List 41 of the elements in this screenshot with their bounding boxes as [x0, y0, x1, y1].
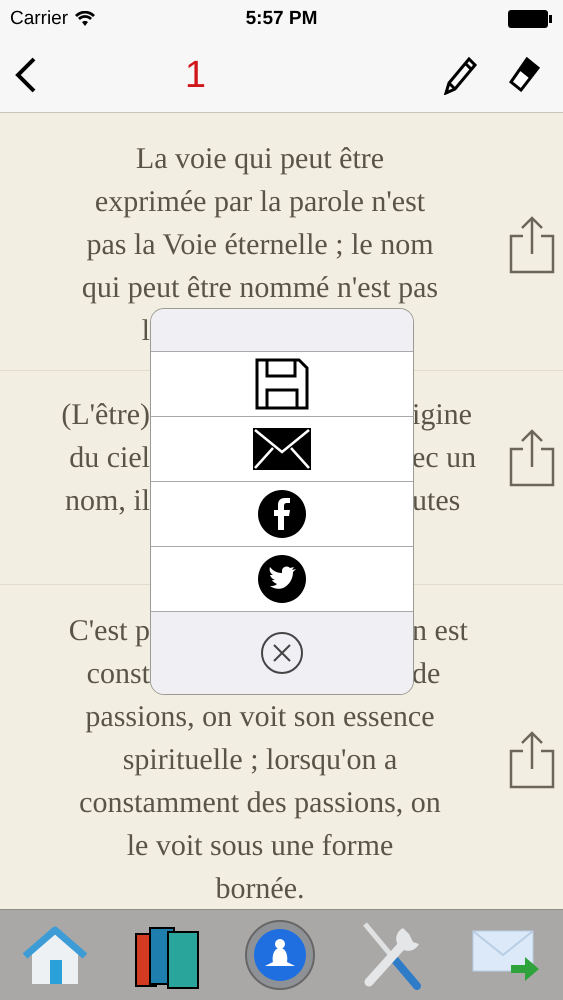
pencil-button[interactable] [443, 55, 477, 95]
text-line: le voit sous une forme [126, 828, 394, 864]
share-button[interactable] [508, 730, 554, 788]
text-fragment: C'est p [68, 613, 150, 649]
facebook-icon [258, 490, 306, 538]
share-button[interactable] [508, 216, 554, 274]
text-line: pas la Voie éternelle ; le nom [85, 227, 435, 263]
wifi-icon [74, 11, 96, 27]
eraser-button[interactable] [507, 56, 541, 94]
meditation-tab[interactable] [245, 920, 316, 990]
text-fragment: de [412, 656, 440, 692]
text-line: La voie qui peut être [134, 141, 386, 177]
bird-icon [258, 555, 306, 603]
text-line: spirituelle ; lorsqu'on a [122, 742, 398, 778]
text-fragment: (L'être) [61, 397, 150, 433]
text-line: exprimée par la parole n'est [94, 184, 426, 220]
text-line: passions, on voit son essence [84, 699, 436, 735]
share-icon [508, 428, 554, 486]
text-fragment: igine [412, 397, 472, 433]
meditation-medallion-icon [245, 920, 316, 990]
text-fragment: nom, il [64, 483, 150, 519]
text-fragment: const [86, 656, 150, 692]
close-icon [260, 631, 304, 675]
page-number-title: 1 [184, 54, 208, 96]
text-fragment: du ciel [69, 440, 150, 476]
text-line: qui peut être nommé n'est pas [80, 270, 440, 306]
share-icon [508, 216, 554, 274]
text-fragment: l [142, 313, 150, 349]
home-tab[interactable] [22, 924, 88, 986]
carrier-label: Carrier [10, 8, 68, 30]
text-fragment: n est [412, 613, 468, 649]
share-button[interactable] [508, 428, 554, 486]
text-line: bornée. [214, 871, 306, 907]
text-fragment: utes [412, 483, 460, 519]
share-icon [508, 730, 554, 788]
envelope-icon [253, 428, 311, 470]
text-line: constamment des passions, on [78, 785, 442, 821]
clock-label: 5:57 PM [246, 8, 318, 30]
battery-icon [507, 9, 553, 29]
home-icon [22, 924, 88, 986]
text-fragment: ec un [412, 440, 476, 476]
